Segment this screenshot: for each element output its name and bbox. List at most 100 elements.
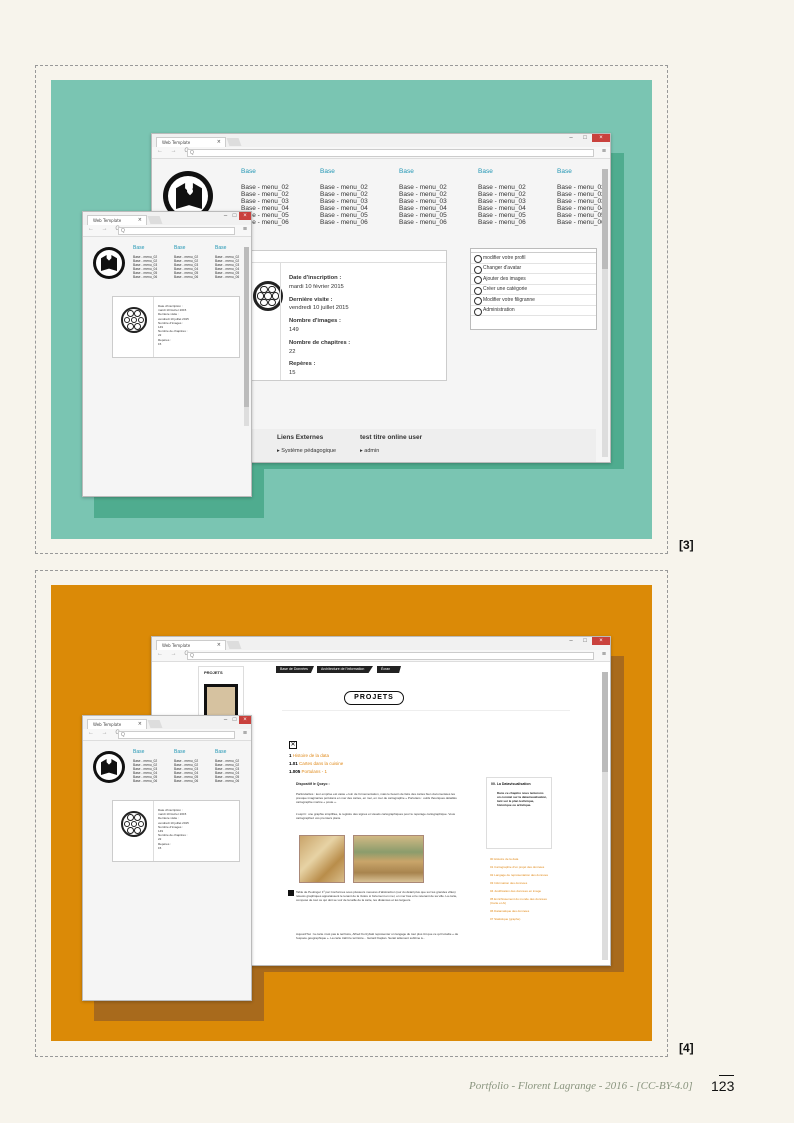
external-link-label[interactable]: Système pédagogique (281, 448, 336, 454)
aside-link[interactable]: 07 Statistique (graphe) (490, 917, 550, 921)
close-window-icon[interactable]: × (239, 212, 251, 220)
menu-head[interactable]: Base (174, 749, 198, 755)
aside-link[interactable]: 00 Histoire de la data (490, 857, 550, 861)
online-user-label[interactable]: admin (364, 448, 379, 454)
menu-item[interactable]: Base - menu_06 (557, 219, 605, 226)
minimize-icon[interactable]: – (221, 716, 230, 724)
menu-item[interactable]: Base - menu_05 (399, 212, 447, 219)
minimize-icon[interactable]: – (564, 637, 578, 645)
online-user[interactable]: ▸ admin (360, 448, 379, 454)
menu-item[interactable]: Base - menu_02 (241, 191, 289, 198)
menu-item[interactable]: Base - menu_02 (320, 191, 368, 198)
menu-head[interactable]: Base (215, 749, 239, 755)
menu-icon[interactable]: ≡ (602, 148, 606, 155)
menu-item[interactable]: Base - menu_06 (399, 219, 447, 226)
action-item[interactable]: Changer d'avatar (471, 264, 596, 274)
menu-head[interactable]: Base (399, 168, 447, 175)
menu-item[interactable]: Base - menu_06 (215, 779, 239, 783)
menu-item[interactable]: Base - menu_04 (478, 205, 526, 212)
menu-head[interactable]: Base (215, 245, 239, 251)
menu-item[interactable]: Base - menu_02 (557, 191, 605, 198)
tab-close-icon[interactable]: × (217, 139, 221, 145)
maximize-icon[interactable]: □ (230, 716, 239, 724)
menu-item[interactable]: Base - menu_05 (320, 212, 368, 219)
nav-tab-database[interactable]: Base de Données (276, 666, 314, 673)
minimize-icon[interactable]: – (564, 134, 578, 142)
menu-item[interactable]: Base - menu_05 (557, 212, 605, 219)
menu-item[interactable]: Base - menu_03 (399, 198, 447, 205)
menu-head[interactable]: Base (557, 168, 605, 175)
tab-close-icon[interactable]: × (138, 721, 142, 727)
maximize-icon[interactable]: □ (578, 134, 592, 142)
menu-item[interactable]: Base - menu_06 (215, 275, 239, 279)
outline-item[interactable]: 1.01 Cartes dans la cuisine (289, 760, 343, 768)
menu-item[interactable]: Base - menu_05 (478, 212, 526, 219)
outline-text[interactable]: Histoire de la data (293, 753, 329, 758)
menu-item[interactable]: Base - menu_06 (478, 219, 526, 226)
browser-tab[interactable]: Web Template × (87, 719, 147, 729)
menu-item[interactable]: Base - menu_02 (320, 184, 368, 191)
menu-item[interactable]: Base - menu_02 (399, 184, 447, 191)
url-input[interactable]: Q (118, 227, 235, 235)
scrollbar[interactable] (602, 672, 608, 960)
menu-head[interactable]: Base (133, 245, 157, 251)
menu-head[interactable]: Base (174, 245, 198, 251)
browser-tab[interactable]: Web Template × (156, 137, 226, 147)
minimize-icon[interactable]: – (221, 212, 230, 220)
outline-item[interactable]: 1.005 Portulans - 1 (289, 768, 343, 776)
menu-item[interactable]: Base - menu_02 (478, 191, 526, 198)
maximize-icon[interactable]: □ (578, 637, 592, 645)
menu-head[interactable]: Base (241, 168, 289, 175)
menu-head[interactable]: Base (320, 168, 368, 175)
close-window-icon[interactable]: × (592, 134, 610, 142)
nav-tab-screen[interactable]: Écran (377, 666, 401, 673)
menu-item[interactable]: Base - menu_06 (174, 779, 198, 783)
tab-close-icon[interactable]: × (217, 642, 221, 648)
menu-item[interactable]: Base - menu_02 (241, 184, 289, 191)
menu-icon[interactable]: ≡ (602, 651, 606, 658)
menu-item[interactable]: Base - menu_03 (241, 198, 289, 205)
action-item[interactable]: Modifier votre filigranne (471, 295, 596, 306)
browser-tab[interactable]: Web Template × (87, 215, 147, 225)
outline-item[interactable]: 1 Histoire de la data (289, 752, 343, 760)
scrollbar[interactable] (602, 169, 608, 457)
new-tab-button[interactable] (147, 216, 163, 224)
menu-item[interactable]: Base - menu_03 (320, 198, 368, 205)
external-link[interactable]: ▸ Système pédagogique (277, 448, 336, 454)
menu-item[interactable]: Base - menu_04 (557, 205, 605, 212)
new-tab-button[interactable] (147, 720, 163, 728)
menu-item[interactable]: Base - menu_02 (478, 184, 526, 191)
aside-link[interactable]: 02 Langage de représentation des données (490, 873, 550, 877)
menu-item[interactable]: Base - menu_06 (320, 219, 368, 226)
action-item[interactable]: Ajouter des images (471, 274, 596, 285)
menu-head[interactable]: Base (133, 749, 157, 755)
new-tab-button[interactable] (226, 641, 242, 649)
aside-link[interactable]: 01 Cartographie d'un projet des données (490, 865, 550, 869)
aside-link[interactable]: 03 Information des données (490, 881, 550, 885)
menu-item[interactable]: Base - menu_03 (557, 198, 605, 205)
browser-tab[interactable]: Web Template × (156, 640, 226, 650)
menu-head[interactable]: Base (478, 168, 526, 175)
menu-icon[interactable]: ≡ (243, 730, 247, 737)
close-window-icon[interactable]: × (592, 637, 610, 645)
aside-link[interactable]: 04 Justification des données en image (490, 889, 550, 893)
menu-item[interactable]: Base - menu_02 (557, 184, 605, 191)
url-input[interactable]: Q (187, 149, 594, 157)
new-tab-button[interactable] (226, 138, 242, 146)
menu-item[interactable]: Base - menu_06 (133, 275, 157, 279)
outline-text[interactable]: Portulans - 1 (302, 769, 328, 774)
scrollbar-thumb[interactable] (244, 247, 249, 407)
menu-item[interactable]: Base - menu_03 (478, 198, 526, 205)
site-logo[interactable] (93, 751, 125, 783)
aside-link[interactable]: 05 Enrichissement du monde des données (… (490, 897, 550, 905)
aside-link[interactable]: 06 Datamatique des données (490, 909, 550, 913)
menu-item[interactable]: Base - menu_02 (399, 191, 447, 198)
site-logo[interactable] (93, 247, 125, 279)
action-item[interactable]: modifier votre profil (471, 253, 596, 264)
menu-icon[interactable]: ≡ (243, 226, 247, 233)
scrollbar-thumb[interactable] (602, 672, 608, 772)
url-input[interactable]: Q (187, 652, 594, 660)
scrollbar-thumb[interactable] (602, 169, 608, 269)
close-window-icon[interactable]: × (239, 716, 251, 724)
outline-text[interactable]: Cartes dans la cuisine (299, 761, 343, 766)
